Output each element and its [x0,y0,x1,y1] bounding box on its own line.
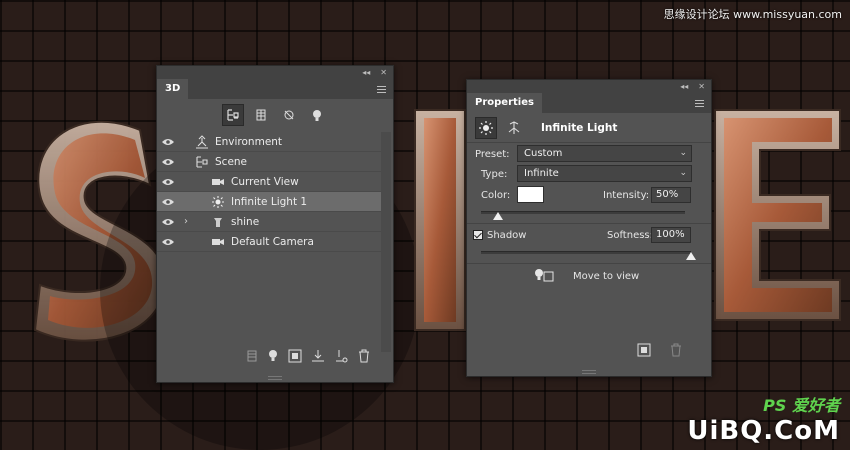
collapse-icon[interactable]: ◂◂ [362,68,370,77]
resize-grip[interactable] [582,370,596,374]
preset-label: Preset: [475,148,510,160]
visibility-eye-icon[interactable] [157,178,179,186]
letter-e [714,109,841,321]
render-icon[interactable] [288,349,302,366]
panel-3d-footer [157,346,393,368]
intensity-slider-track[interactable] [481,211,685,214]
ground-drop-icon[interactable] [311,349,325,366]
softness-slider-track[interactable] [481,251,691,254]
type-label: Type: [481,168,508,180]
type-row: Type: Infinite ⌄ [467,164,711,184]
trash-icon[interactable] [669,343,683,360]
intensity-field[interactable]: 50% [651,187,691,203]
properties-tabbar: Properties [467,93,711,113]
layer-label: Default Camera [231,235,314,248]
layer-list: Environment Scene Current View Infinite Lig… [157,132,381,252]
panel-3d: ◂◂ ✕ 3D Environment Scene Current View Infi… [156,65,394,383]
material-filter-icon[interactable] [278,104,300,126]
chevron-down-icon: ⌄ [679,168,687,178]
layer-row[interactable]: › shine [157,212,381,232]
shadow-row: Shadow Softness: 100% [467,225,711,245]
close-icon[interactable]: ✕ [380,68,387,77]
properties-footer [467,340,711,362]
layer-label: Environment [215,135,283,148]
layer-row[interactable]: Current View [157,172,381,192]
properties-titlebar: ◂◂ ✕ [467,80,711,93]
panel-menu-icon[interactable] [693,93,711,113]
expand-chevron-icon[interactable]: › [179,216,193,227]
intensity-label: Intensity: [603,189,650,201]
preset-value: Custom [524,148,563,159]
tab-3d[interactable]: 3D [157,79,189,99]
resize-grip[interactable] [268,376,282,380]
layer-row[interactable]: Environment [157,132,381,152]
panel-3d-tabbar: 3D [157,79,393,99]
background-artwork [33,109,841,450]
mesh-filter-icon[interactable] [250,104,272,126]
divider [467,263,711,264]
watermark-ps: PS 爱好者 [763,396,840,415]
visibility-eye-icon[interactable] [157,238,179,246]
intensity-slider-thumb[interactable] [493,212,504,220]
color-label: Color: [481,189,511,201]
move-to-view-label: Move to view [573,270,640,282]
panel-3d-titlebar: ◂◂ ✕ [157,66,393,79]
layer-label: Infinite Light 1 [231,195,308,208]
letter-i [414,109,466,331]
layer-row[interactable]: Infinite Light 1 [157,192,381,212]
softness-slider-thumb[interactable] [686,252,696,260]
scrollbar[interactable] [381,132,391,352]
preset-select[interactable]: Custom ⌄ [517,145,692,162]
camera-icon [209,175,227,189]
trash-icon[interactable] [357,349,371,366]
coordinates-icon[interactable] [503,117,525,139]
collapse-icon[interactable]: ◂◂ [680,82,688,91]
camera-icon [209,235,227,249]
type-select[interactable]: Infinite ⌄ [517,165,692,182]
infinite-light-icon [209,195,227,209]
mesh-icon [209,215,227,229]
light-filter-icon[interactable] [306,104,328,126]
scene-icon [193,155,211,169]
softness-field[interactable]: 100% [651,227,691,243]
properties-header: Infinite Light [467,113,711,143]
move-to-view-icon[interactable] [533,267,555,286]
watermark-uibq: UiBQ.CoM [687,416,840,446]
shadow-checkbox[interactable] [473,230,483,240]
light-new-icon[interactable] [267,349,279,366]
environment-icon [193,134,211,149]
close-icon[interactable]: ✕ [698,82,705,91]
render-icon[interactable] [637,343,651,360]
move-to-view-row[interactable]: Move to view [467,266,711,286]
mesh-new-icon[interactable] [246,349,258,366]
light-properties-icon[interactable] [475,116,497,139]
shadow-label: Shadow [487,229,527,241]
softness-label: Softness: [607,229,654,241]
chevron-down-icon: ⌄ [679,148,687,158]
layer-label: Current View [231,175,299,188]
divider [467,223,711,224]
color-swatch[interactable] [517,186,544,203]
watermark-bottom: PS 爱好者 UiBQ.CoM [687,392,840,446]
layer-label: Scene [215,155,248,168]
visibility-eye-icon[interactable] [157,158,179,166]
color-row: Color: Intensity: 50% [467,185,711,205]
visibility-eye-icon[interactable] [157,218,179,226]
properties-title: Infinite Light [541,121,618,134]
panel-properties: ◂◂ ✕ Properties Infinite Light Preset: C… [466,79,712,377]
tab-properties[interactable]: Properties [467,93,542,113]
layer-label: shine [231,215,260,228]
layer-row[interactable]: Scene [157,152,381,172]
layer-row[interactable]: Default Camera [157,232,381,252]
scene-filter-icon[interactable] [222,104,244,126]
type-value: Infinite [524,168,559,179]
add-object-icon[interactable] [334,349,348,366]
visibility-eye-icon[interactable] [157,198,179,206]
panel-menu-icon[interactable] [375,79,393,99]
preset-row: Preset: Custom ⌄ [467,144,711,164]
watermark-top: 思缘设计论坛 www.missyuan.com [663,8,842,21]
visibility-eye-icon[interactable] [157,138,179,146]
filter-toolbar [157,99,393,131]
